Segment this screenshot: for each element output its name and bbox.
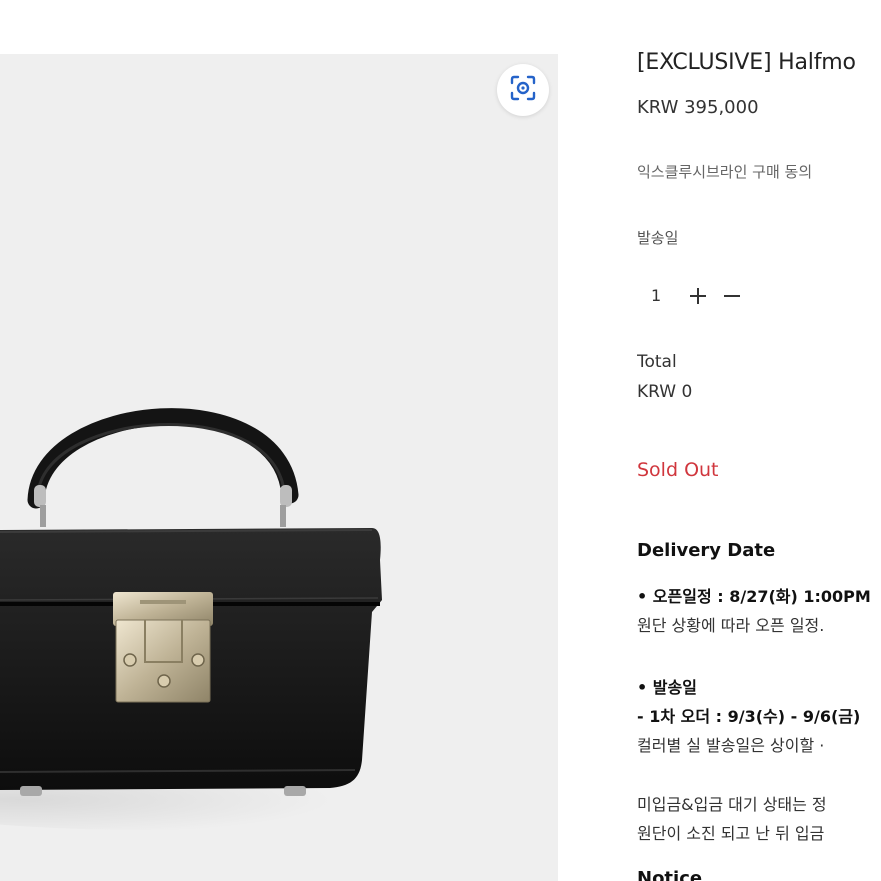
total-value: KRW 0: [637, 382, 693, 402]
total-label: Total: [637, 352, 677, 372]
visual-search-button[interactable]: [497, 64, 549, 116]
notice-title: Notice: [637, 868, 703, 881]
minus-icon[interactable]: [723, 287, 741, 305]
plus-icon[interactable]: [689, 287, 707, 305]
purchase-agreement-label[interactable]: 익스클루시브라인 구매 동의: [637, 161, 812, 182]
delivery-line: • 발송일: [637, 678, 697, 697]
quantity-value[interactable]: 1: [651, 286, 661, 305]
product-image[interactable]: [0, 54, 558, 881]
sold-out-status: Sold Out: [637, 459, 719, 481]
quantity-stepper: 1: [637, 283, 757, 311]
product-info: [EXCLUSIVE] Halfmo KRW 395,000 익스클루시브라인 …: [637, 0, 881, 881]
visual-search-icon: [508, 73, 538, 107]
delivery-line: - 1차 오더 : 9/3(수) - 9/6(금): [637, 707, 861, 726]
bag-illustration: [0, 408, 410, 830]
delivery-line: 미입금&입금 대기 상태는 정: [637, 795, 827, 814]
delivery-line: • 오픈일정 : 8/27(화) 1:00PM: [637, 587, 871, 606]
delivery-line: 컬러별 실 발송일은 상이할 ·: [637, 736, 825, 755]
ship-date-label: 발송일: [637, 229, 679, 247]
product-title: [EXCLUSIVE] Halfmo: [637, 50, 856, 75]
delivery-line: 원단이 소진 되고 난 뒤 입금: [637, 824, 825, 843]
delivery-line: 원단 상황에 따라 오픈 일정.: [637, 616, 825, 635]
product-price: KRW 395,000: [637, 97, 759, 118]
delivery-date-title: Delivery Date: [637, 540, 776, 561]
